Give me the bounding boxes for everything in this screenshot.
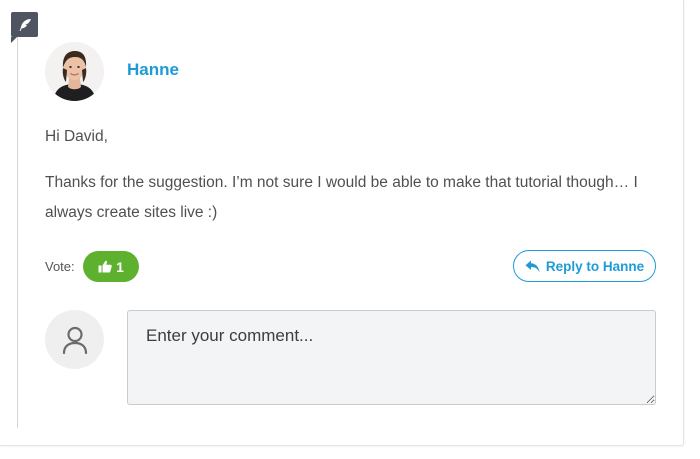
thumbs-up-icon [98, 260, 112, 273]
vote-button[interactable]: 1 [83, 251, 139, 282]
current-user-avatar [45, 310, 104, 369]
comment-author-name[interactable]: Hanne [127, 60, 179, 80]
edit-badge [11, 12, 38, 43]
comment-input[interactable] [127, 310, 656, 405]
author-avatar[interactable] [45, 42, 104, 101]
feather-icon [19, 18, 31, 31]
reply-button-label: Reply to Hanne [545, 258, 645, 274]
reply-arrow-icon [525, 260, 540, 272]
comment-text-greeting: Hi David, [45, 128, 108, 145]
comment-text-body: Thanks for the suggestion. I’m not sure … [45, 174, 638, 221]
vote-label: Vote: [45, 259, 75, 274]
user-icon [62, 326, 87, 354]
comment-card: Hanne Hi David, Thanks for the suggestio… [0, 0, 684, 446]
reply-button[interactable]: Reply to Hanne [513, 250, 656, 282]
vote-count: 1 [116, 258, 124, 275]
thread-line [17, 34, 18, 428]
